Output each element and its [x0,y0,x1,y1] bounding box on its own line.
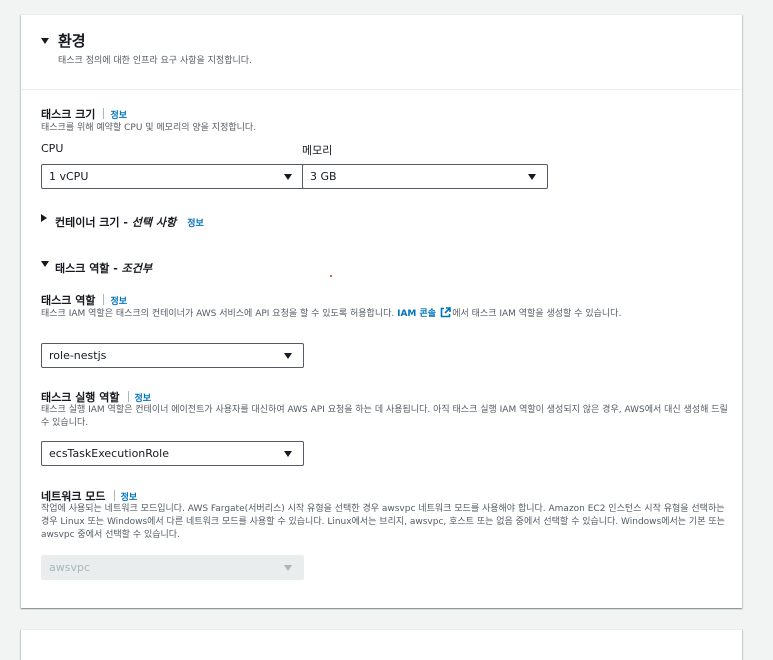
container-size-expander[interactable]: 컨테이너 크기 - 선택 사항 정보 [41,211,204,230]
separator [103,294,105,305]
memory-select[interactable]: 3 GB [302,164,548,189]
chevron-down-icon [284,565,292,571]
task-role-heading: 태스크 역할 정보 [41,289,127,308]
network-mode-heading: 네트워크 모드 정보 [41,485,137,504]
task-size-label: 태스크 크기 [41,108,96,121]
task-size-description: 태스크를 위해 예약할 CPU 및 메모리의 양을 지정합니다. [41,123,257,133]
task-role-label: 태스크 역할 [41,294,96,307]
environment-header[interactable]: 환경 태스크 정의에 대한 인프라 요구 사항을 지정합니다. [21,15,742,89]
task-role-conditional-text: 조건부 [121,262,153,275]
container-size-label: 컨테이너 크기 - 선택 사항 [55,216,176,229]
memory-select-value: 3 GB [310,170,337,183]
execution-role-info-link[interactable]: 정보 [135,394,152,404]
task-role-select-value: role-nestjs [49,349,107,362]
network-mode-select-value: awsvpc [49,561,91,574]
environment-panel: 환경 태스크 정의에 대한 인프라 요구 사항을 지정합니다. 태스크 크기 정보… [21,14,742,608]
container-size-info-link[interactable]: 정보 [187,219,204,229]
execution-role-select[interactable]: ecsTaskExecutionRole [41,441,304,466]
task-size-heading: 태스크 크기 정보 [41,103,127,122]
chevron-down-icon [284,174,292,180]
network-mode-description: 작업에 사용되는 네트워크 모드입니다. AWS Fargate(서버리스) 시… [41,504,725,540]
execution-role-select-value: ecsTaskExecutionRole [49,447,169,460]
execution-role-heading: 태스크 실행 역할 정보 [41,386,151,405]
task-role-info-link[interactable]: 정보 [110,297,127,307]
execution-role-description: 태스크 실행 IAM 역할은 컨테이너 에이전트가 사용자를 대신하여 AWS … [41,405,728,428]
task-role-description: 태스크 IAM 역할은 태스크의 컨테이너가 AWS 서비스에 API 요청을 … [41,307,731,321]
next-panel [21,629,742,660]
caret-down-icon[interactable] [41,38,49,44]
task-role-section-label: 태스크 역할 - 조건부 [55,262,152,275]
separator [113,490,115,501]
container-size-label-text: 컨테이너 크기 - [55,216,132,229]
container-size-optional-text: 선택 사항 [131,216,177,229]
cpu-label: CPU [41,142,64,155]
cpu-select-value: 1 vCPU [49,170,89,183]
task-size-info-link[interactable]: 정보 [110,111,127,121]
chevron-down-icon [284,451,292,457]
task-role-description-text-2: 에서 태스크 IAM 역할을 생성할 수 있습니다. [452,309,622,319]
caret-down-icon [41,261,49,267]
task-role-description-text: 태스크 IAM 역할은 태스크의 컨테이너가 AWS 서비스에 API 요청을 … [41,309,398,319]
task-role-expander[interactable]: 태스크 역할 - 조건부 [41,257,152,276]
external-link-icon [440,307,452,318]
network-mode-label: 네트워크 모드 [41,490,106,503]
iam-console-link[interactable]: IAM 콘솔 [397,307,452,319]
chevron-down-icon [284,353,292,359]
iam-console-link-text: IAM 콘솔 [397,309,437,319]
separator [127,391,129,402]
caret-right-icon [41,214,47,222]
task-role-section-label-text: 태스크 역할 - [55,262,122,275]
decorative-dot [330,275,332,277]
memory-label: 메모리 [302,144,333,157]
network-mode-info-link[interactable]: 정보 [121,493,138,503]
chevron-down-icon [528,174,536,180]
divider [21,89,742,90]
separator [103,108,105,119]
execution-role-label: 태스크 실행 역할 [41,391,120,404]
section-description: 태스크 정의에 대한 인프라 요구 사항을 지정합니다. [58,56,252,66]
cpu-select[interactable]: 1 vCPU [41,164,304,189]
task-role-select[interactable]: role-nestjs [41,343,304,368]
section-title: 환경 [58,32,86,50]
network-mode-select: awsvpc [41,555,304,580]
